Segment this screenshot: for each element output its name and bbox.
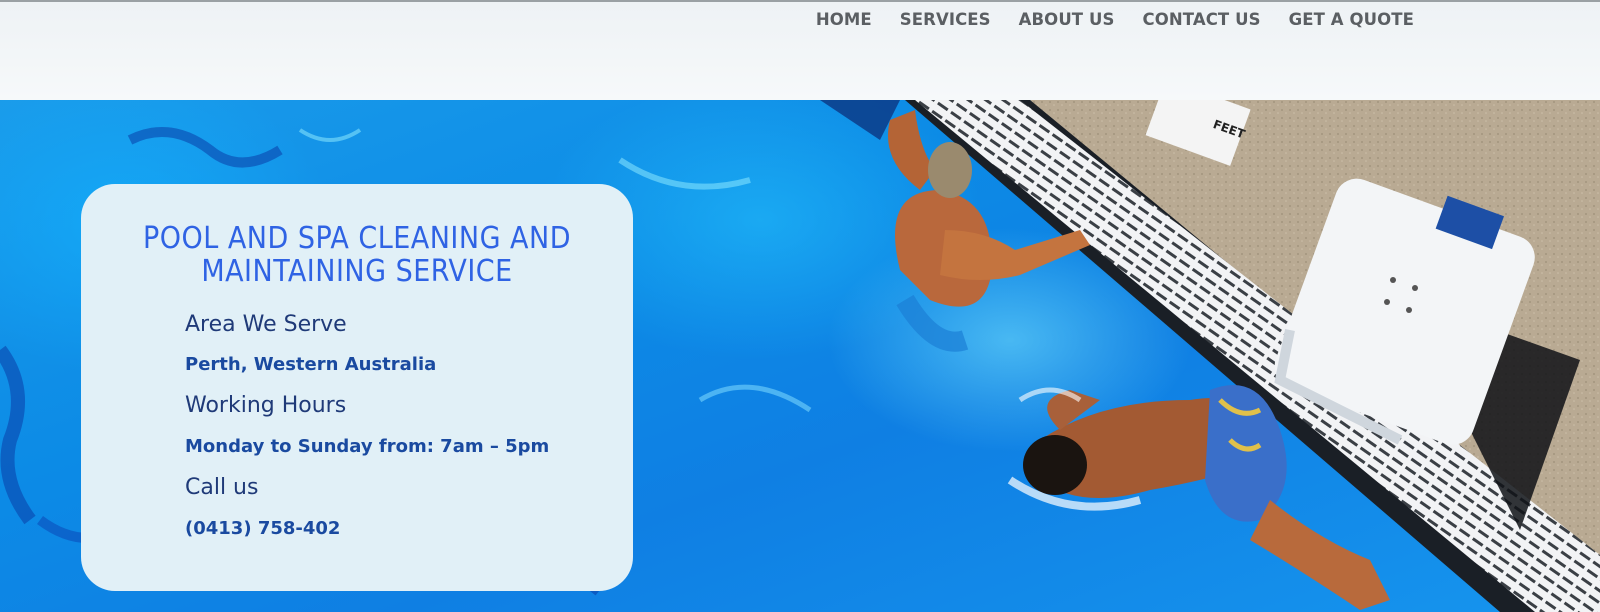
nav-get-a-quote[interactable]: GET A QUOTE bbox=[1289, 9, 1414, 31]
card-title-line2: MAINTAINING SERVICE bbox=[201, 254, 513, 289]
nav-contact-us[interactable]: CONTACT US bbox=[1143, 9, 1261, 31]
area-value: Perth, Western Australia bbox=[185, 354, 437, 375]
service-info-card: POOL AND SPA CLEANING AND MAINTAINING SE… bbox=[81, 184, 633, 591]
area-label: Area We Serve bbox=[185, 312, 347, 337]
phone-number[interactable]: (0413) 758-402 bbox=[185, 518, 340, 539]
call-label: Call us bbox=[185, 475, 259, 500]
nav-home[interactable]: HOME bbox=[816, 9, 872, 31]
main-nav: HOME SERVICES ABOUT US CONTACT US GET A … bbox=[816, 9, 1414, 31]
card-title-line1: POOL AND SPA CLEANING AND bbox=[142, 221, 571, 256]
hero-banner: FEET POOL AND SPA CLEANING AND MAINTAINI… bbox=[0, 100, 1600, 612]
nav-services[interactable]: SERVICES bbox=[900, 9, 991, 31]
card-title: POOL AND SPA CLEANING AND MAINTAINING SE… bbox=[81, 222, 633, 288]
nav-about-us[interactable]: ABOUT US bbox=[1019, 9, 1115, 31]
pool-shadow bbox=[820, 100, 900, 140]
site-header: HOME SERVICES ABOUT US CONTACT US GET A … bbox=[0, 0, 1600, 100]
hours-label: Working Hours bbox=[185, 393, 347, 418]
hours-value: Monday to Sunday from: 7am – 5pm bbox=[185, 436, 550, 457]
